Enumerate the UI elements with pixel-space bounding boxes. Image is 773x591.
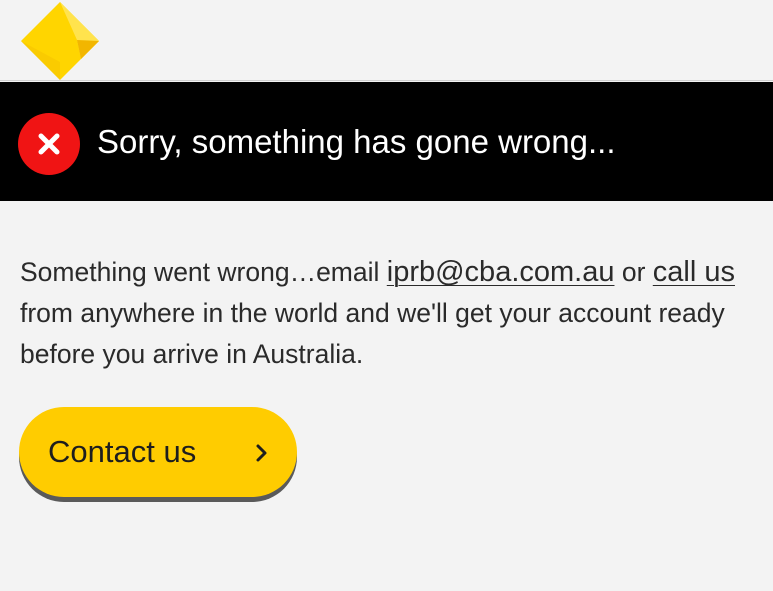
message-text-or: or [614,257,653,287]
error-title: Sorry, something has gone wrong... [97,123,616,160]
contact-us-button[interactable]: Contact us [19,407,297,497]
commbank-logo-icon[interactable] [19,0,101,82]
header-bar [0,0,773,81]
message-text-outro: from anywhere in the world and we'll get… [20,298,725,369]
call-us-link[interactable]: call us [653,256,735,288]
error-x-icon [18,113,80,175]
message-text-intro: Something went wrong…email [20,257,387,287]
chevron-right-icon [256,444,267,462]
error-message: Something went wrong…email iprb@cba.com.… [20,252,760,375]
error-banner: Sorry, something has gone wrong... [0,82,773,201]
contact-us-label: Contact us [48,434,197,469]
email-link[interactable]: iprb@cba.com.au [387,256,615,288]
